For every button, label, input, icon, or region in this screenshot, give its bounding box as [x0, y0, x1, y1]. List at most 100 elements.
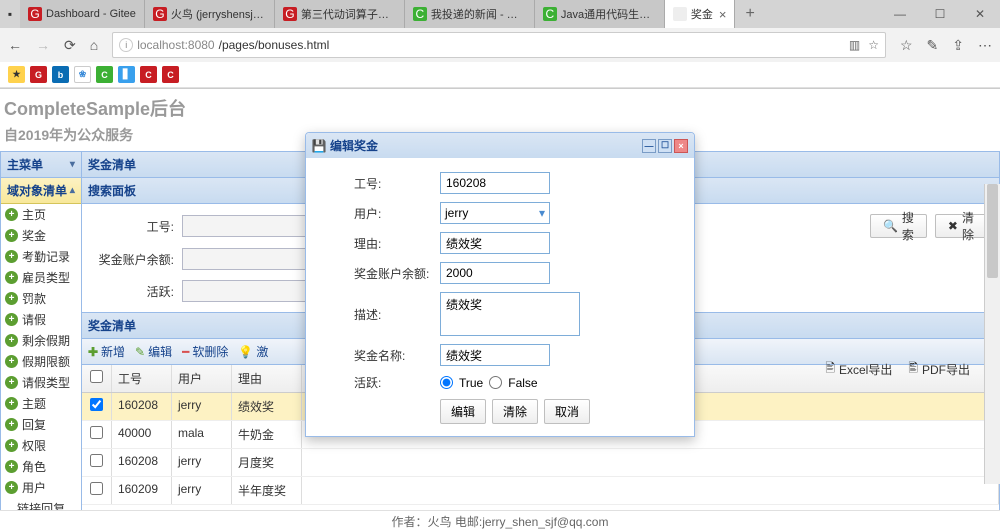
label-user: 用户: [354, 205, 440, 222]
sidebar-item[interactable]: +角色 [1, 456, 81, 477]
export-buttons: 🖹Excel导出 🖺PDF导出 [825, 359, 970, 380]
notes-button[interactable]: ✎ [927, 37, 939, 54]
maximize-dialog-button[interactable]: ☐ [658, 139, 672, 153]
dialog-edit-button[interactable]: 编辑 [440, 399, 486, 424]
pdf-export-button[interactable]: 🖺PDF导出 [908, 359, 970, 380]
minimize-dialog-button[interactable]: — [642, 139, 656, 153]
active-true-radio[interactable] [440, 376, 453, 389]
tab-5[interactable]: 奖金 × [665, 0, 736, 28]
name-input[interactable] [440, 344, 550, 366]
col-emp-no[interactable]: 工号 [112, 365, 172, 392]
desc-textarea[interactable]: 绩效奖 [440, 292, 580, 336]
search-button[interactable]: 🔍搜索 [870, 214, 927, 238]
active-false-radio[interactable] [489, 376, 502, 389]
user-combo[interactable]: jerry▾ [440, 202, 550, 224]
plus-icon: + [5, 313, 18, 326]
emp-no-input[interactable] [440, 172, 550, 194]
url-host: localhost:8080 [137, 38, 214, 52]
dialog-clear-button[interactable]: 清除 [492, 399, 538, 424]
bookmark-icon[interactable]: G [30, 66, 47, 83]
sidebar-item[interactable]: +罚款 [1, 288, 81, 309]
add-button[interactable]: ✚新增 [88, 343, 125, 360]
bookmark-icon[interactable]: b [52, 66, 69, 83]
tab-0[interactable]: GDashboard - Gitee [20, 0, 145, 28]
plus-icon: + [5, 229, 18, 242]
bookmark-icon[interactable]: C [162, 66, 179, 83]
dialog-header[interactable]: 💾 编辑奖金 — ☐ × [306, 133, 694, 158]
plus-icon: + [5, 334, 18, 347]
favorites-button[interactable]: ☆ [900, 37, 913, 54]
row-checkbox[interactable] [90, 426, 103, 439]
table-row[interactable]: 160209jerry半年度奖 [82, 477, 999, 505]
sidebar-item[interactable]: +主题 [1, 393, 81, 414]
tab-3[interactable]: C我投递的新闻 - MS&A( [405, 0, 535, 28]
reader-icon[interactable]: ▥ [849, 38, 860, 52]
excel-export-button[interactable]: 🖹Excel导出 [825, 359, 892, 380]
address-bar[interactable]: i localhost:8080/pages/bonuses.html ▥☆ [112, 32, 886, 58]
bookmark-icon[interactable]: ▋ [118, 66, 135, 83]
bookmark-icon[interactable]: ❀ [74, 66, 91, 83]
favorite-icon[interactable]: ☆ [868, 38, 879, 52]
close-window-button[interactable]: ✕ [960, 0, 1000, 28]
maximize-button[interactable]: ☐ [920, 0, 960, 28]
tab-1[interactable]: G火鸟 (jerryshensjf) - Git [145, 0, 275, 28]
plus-icon: + [5, 250, 18, 263]
softdelete-button[interactable]: ━软删除 [182, 343, 228, 360]
sidebar-item-label: 剩余假期 [22, 332, 70, 349]
close-dialog-button[interactable]: × [674, 139, 688, 153]
tab-4[interactable]: CJava通用代码生成器光 [535, 0, 665, 28]
vertical-scrollbar[interactable] [984, 184, 1000, 484]
row-checkbox[interactable] [90, 454, 103, 467]
share-button[interactable]: ⇪ [952, 37, 964, 54]
back-button[interactable]: ← [8, 37, 22, 53]
dialog-cancel-button[interactable]: 取消 [544, 399, 590, 424]
minimize-button[interactable]: — [880, 0, 920, 28]
chevron-up-icon[interactable]: ▴ [70, 185, 75, 196]
sidebar-item[interactable]: +权限 [1, 435, 81, 456]
cell-emp-no: 160208 [112, 393, 172, 420]
cell-emp-no: 160209 [112, 477, 172, 504]
bookmark-icon[interactable]: C [140, 66, 157, 83]
sidebar-item[interactable]: +用户 [1, 477, 81, 498]
sidebar-item[interactable]: + 剩余假期 [1, 330, 81, 351]
edit-button[interactable]: ✎编辑 [135, 343, 172, 360]
sidebar-item-label: 假期限额 [22, 353, 70, 370]
new-tab-button[interactable]: + [735, 5, 764, 23]
sidebar-item[interactable]: +回复 [1, 414, 81, 435]
chevron-down-icon[interactable]: ▾ [70, 159, 75, 170]
tab-label: 奖金 [691, 6, 713, 22]
bookmark-icon[interactable]: ★ [8, 66, 25, 83]
sidebar-item[interactable]: +雇员类型 [1, 267, 81, 288]
sidebar-item[interactable]: +请假类型 [1, 372, 81, 393]
plus-icon: + [5, 208, 18, 221]
main-menu-header[interactable]: 主菜单▾ [1, 152, 81, 178]
clear-button[interactable]: ✖清除 [935, 214, 987, 238]
table-row[interactable]: 160208jerry月度奖 [82, 449, 999, 477]
activate-button[interactable]: 💡激 [238, 343, 268, 360]
sidebar-item[interactable]: +考勤记录 [1, 246, 81, 267]
scrollbar-thumb[interactable] [987, 184, 998, 278]
pencil-icon: ✎ [135, 345, 145, 359]
more-button[interactable]: ⋯ [978, 37, 992, 54]
row-checkbox[interactable] [90, 482, 103, 495]
col-checkbox[interactable] [82, 365, 112, 392]
row-checkbox[interactable] [90, 398, 103, 411]
chevron-down-icon: ▾ [539, 206, 545, 220]
sidebar-item[interactable]: +主页 [1, 204, 81, 225]
col-reason[interactable]: 理由 [232, 365, 302, 392]
sidebar-item[interactable]: +请假 [1, 309, 81, 330]
bookmark-icon[interactable]: C [96, 66, 113, 83]
refresh-button[interactable]: ⟳ [64, 37, 76, 54]
domain-list-header[interactable]: 域对象清单▴ [1, 178, 81, 204]
forward-button[interactable]: → [36, 37, 50, 53]
sidebar-item[interactable]: +奖金 [1, 225, 81, 246]
tab-2[interactable]: G第三代动词算子式代码 [275, 0, 405, 28]
col-user[interactable]: 用户 [172, 365, 232, 392]
sidebar-item[interactable]: +假期限额 [1, 351, 81, 372]
reason-input[interactable] [440, 232, 550, 254]
balance-input[interactable] [440, 262, 550, 284]
home-button[interactable]: ⌂ [90, 37, 98, 53]
info-icon[interactable]: i [119, 38, 133, 52]
close-icon[interactable]: × [719, 7, 727, 22]
window-icon: ▪ [0, 7, 20, 21]
